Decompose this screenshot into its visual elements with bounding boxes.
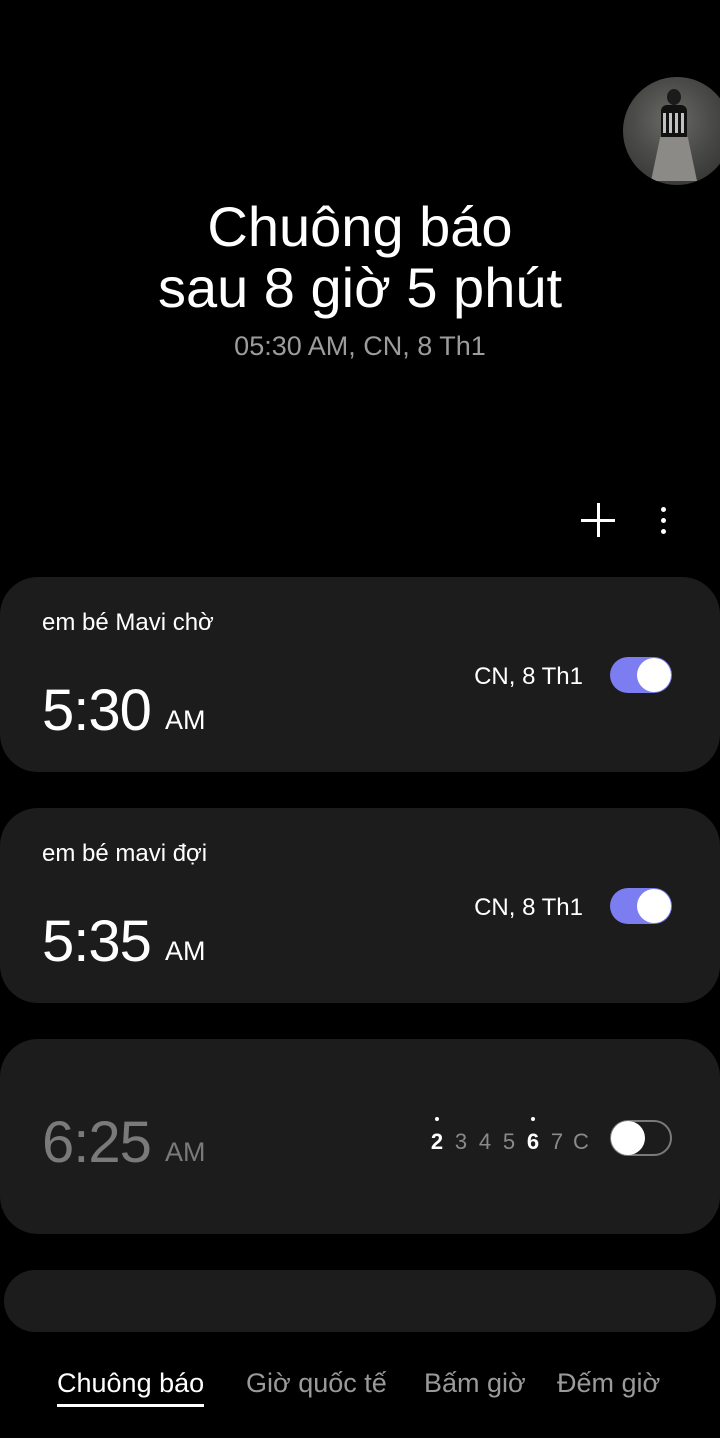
- alarm-date: CN, 8 Th1: [474, 894, 583, 921]
- alarm-label: em bé Mavi chờ: [42, 609, 214, 636]
- toggle-knob: [611, 1121, 645, 1155]
- alarm-label: em bé mavi đợi: [42, 840, 208, 867]
- toggle-knob: [637, 658, 671, 692]
- avatar-figure-pattern: [663, 113, 685, 133]
- day-label: 4: [478, 1129, 492, 1154]
- avatar-figure-legs: [651, 137, 697, 181]
- next-alarm-title: Chuông báo: [207, 195, 513, 258]
- alarm-ampm: AM: [165, 1137, 206, 1167]
- alarm-time: 5:30: [42, 678, 152, 743]
- tab-world-clock[interactable]: Giờ quốc tế: [246, 1368, 387, 1399]
- day-label: 6: [521, 1117, 545, 1155]
- alarm-date: CN, 8 Th1: [474, 663, 583, 690]
- alarm-toggle[interactable]: [610, 888, 672, 924]
- add-alarm-plus-icon[interactable]: [576, 498, 620, 542]
- alarm-toggle[interactable]: [610, 657, 672, 693]
- tab-stopwatch[interactable]: Bấm giờ: [424, 1368, 526, 1399]
- alarm-time: 5:35: [42, 909, 152, 974]
- alarm-card-3[interactable]: 6:25 AM: [0, 1039, 720, 1234]
- tab-timer[interactable]: Đếm giờ: [557, 1368, 660, 1399]
- alarm-card-2[interactable]: em bé mavi đợi 5:35 AM CN, 8 Th1: [0, 808, 720, 1003]
- alarm-time: 6:25: [42, 1110, 152, 1175]
- alarm-ampm: AM: [165, 936, 206, 966]
- next-alarm-datetime: 05:30 AM, CN, 8 Th1: [234, 331, 486, 361]
- day-label: 3: [454, 1129, 468, 1154]
- alarm-repeat-days: 234567C: [425, 1117, 593, 1155]
- profile-avatar[interactable]: [623, 77, 720, 185]
- bottom-tab-bar: Chuông báo Giờ quốc tế Bấm giờ Đếm giờ: [0, 1368, 720, 1418]
- alarm-card-1[interactable]: em bé Mavi chờ 5:30 AM CN, 8 Th1: [0, 577, 720, 772]
- day-label: 7: [550, 1129, 564, 1154]
- next-alarm-countdown: sau 8 giờ 5 phút: [157, 256, 563, 319]
- avatar-figure-head: [667, 89, 681, 105]
- day-label: C: [573, 1129, 589, 1154]
- more-dot: [661, 518, 666, 523]
- more-dot: [661, 507, 666, 512]
- alarm-card-4-partial[interactable]: [4, 1270, 716, 1332]
- day-label: 5: [502, 1129, 516, 1154]
- toggle-knob: [637, 889, 671, 923]
- tab-alarm[interactable]: Chuông báo: [57, 1368, 205, 1407]
- day-label: 2: [425, 1117, 449, 1155]
- alarm-ampm: AM: [165, 705, 206, 735]
- more-options-icon[interactable]: [641, 498, 685, 542]
- alarm-toggle[interactable]: [610, 1120, 672, 1156]
- more-dot: [661, 529, 666, 534]
